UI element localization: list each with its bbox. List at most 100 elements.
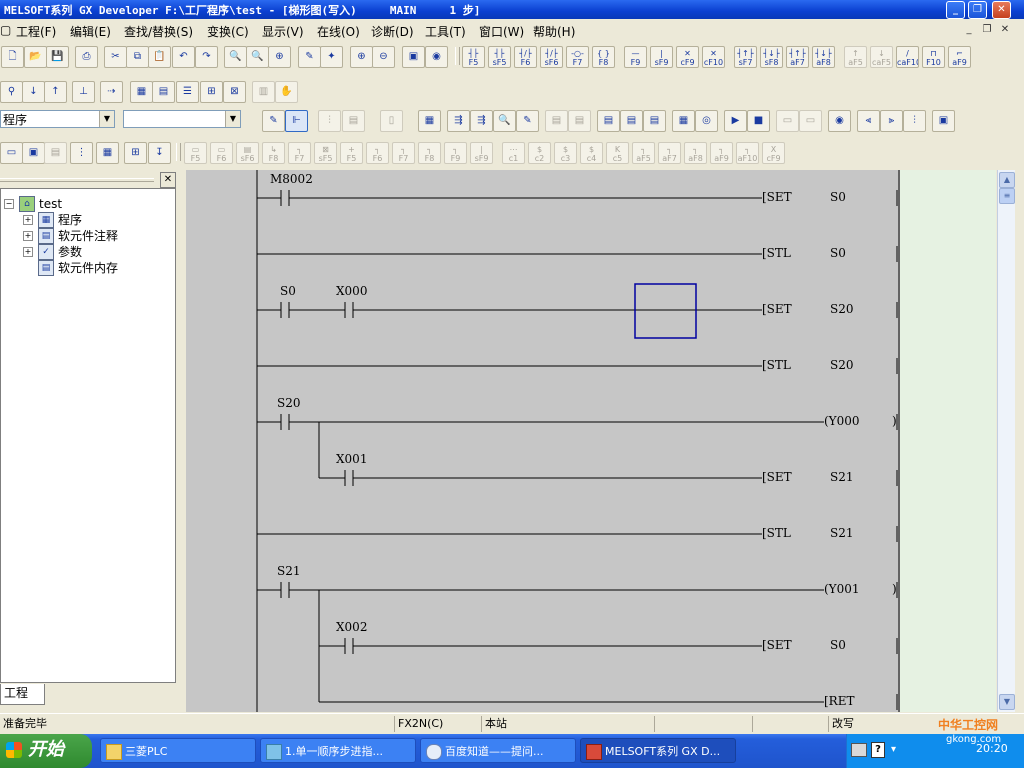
entry-monitor-icon[interactable]: ▤: [545, 110, 568, 132]
list-icon[interactable]: ☰: [176, 81, 199, 103]
menu-edit[interactable]: 编辑(E): [70, 23, 111, 40]
menu-view[interactable]: 显示(V): [262, 23, 304, 40]
draw-line-button[interactable]: ⌐ aF9: [948, 46, 971, 68]
contact-nc-button[interactable]: ┤/├ F6: [514, 46, 537, 68]
tab-project[interactable]: 工程: [0, 684, 45, 705]
read-mode-icon[interactable]: ✦: [320, 46, 343, 68]
binoculars-icon[interactable]: ⚲: [0, 81, 23, 103]
sfc-jump-icon[interactable]: ⊞: [124, 142, 147, 164]
sfc-key-21[interactable]: ┐ aF9: [710, 142, 733, 164]
sfc-key-2[interactable]: ▭ F6: [210, 142, 233, 164]
device-comment-icon[interactable]: ⫶: [318, 110, 341, 132]
open-folder-icon[interactable]: 📂: [24, 46, 47, 68]
write-to-plc-icon[interactable]: ▤: [597, 110, 620, 132]
expand-icon[interactable]: +: [23, 231, 33, 241]
write-mode-icon[interactable]: ✎: [298, 46, 321, 68]
zoom-out-icon[interactable]: ⊖: [372, 46, 395, 68]
edit-cursor[interactable]: [634, 283, 697, 339]
monitor-write-icon[interactable]: ◉: [425, 46, 448, 68]
read-from-plc-icon[interactable]: ▤: [620, 110, 643, 132]
sfc-key-22[interactable]: ┐ aF10: [736, 142, 759, 164]
program-list-icon[interactable]: ▦: [418, 110, 441, 132]
task-item[interactable]: 三菱PLC: [100, 738, 256, 763]
task-item[interactable]: 1.单一顺序步进指...: [260, 738, 416, 763]
help-icon[interactable]: ?: [871, 742, 885, 758]
vertical-line-button[interactable]: | sF9: [650, 46, 673, 68]
sfc-key-5[interactable]: ┐ F7: [288, 142, 311, 164]
start-button[interactable]: 开始: [0, 734, 92, 768]
contact-parallel-no-button[interactable]: ┤├ sF5: [488, 46, 511, 68]
ladder-view-icon[interactable]: ⊩: [285, 110, 308, 132]
scroll-thumb[interactable]: ≡: [999, 188, 1015, 204]
menu-find-replace[interactable]: 查找/替换(S): [124, 23, 193, 40]
horizontal-line-button[interactable]: — F9: [624, 46, 647, 68]
operation-result-falling-button[interactable]: ↓ caF5: [870, 46, 893, 68]
verify-plc-icon[interactable]: ▤: [643, 110, 666, 132]
insert-row-icon[interactable]: ⫷: [857, 110, 880, 132]
contact-coil-search-icon[interactable]: ⊥: [72, 81, 95, 103]
simulation-icon[interactable]: ▭: [799, 110, 822, 132]
close-button[interactable]: ✕: [992, 1, 1011, 19]
chevron-down-icon[interactable]: ▾: [891, 744, 896, 755]
contact-no-button[interactable]: ┤├ F5: [462, 46, 485, 68]
sfc-key-7[interactable]: + F5: [340, 142, 363, 164]
save-icon[interactable]: 💾: [46, 46, 69, 68]
batch-replace-icon[interactable]: ⊕: [268, 46, 291, 68]
sfc-key-3[interactable]: ▤ sF6: [236, 142, 259, 164]
menu-project[interactable]: 工程(F): [16, 23, 56, 40]
cut-icon[interactable]: ✂: [104, 46, 127, 68]
delete-horizontal-line-button[interactable]: ✕ cF9: [676, 46, 699, 68]
expand-icon[interactable]: +: [23, 247, 33, 257]
expand-icon[interactable]: +: [23, 215, 33, 225]
sfc-key-4[interactable]: ↳ F8: [262, 142, 285, 164]
task-item[interactable]: MELSOFT系列 GX D...: [580, 738, 736, 763]
menu-online[interactable]: 在线(O): [317, 23, 360, 40]
instruction-search-icon[interactable]: 🔍: [246, 46, 269, 68]
mdi-restore-button[interactable]: ❐: [980, 23, 994, 36]
vertical-scrollbar[interactable]: ▲ ≡ ▼: [997, 170, 1015, 712]
monitor-icon[interactable]: ▣: [402, 46, 425, 68]
paste-icon[interactable]: 📋: [148, 46, 171, 68]
application-instruction-button[interactable]: { } F8: [592, 46, 615, 68]
copy-icon[interactable]: ⧉: [126, 46, 149, 68]
sfc-key-18[interactable]: ┐ aF5: [632, 142, 655, 164]
cross-reference-icon[interactable]: ▦: [130, 81, 153, 103]
restore-button[interactable]: ❐: [968, 1, 987, 19]
run-icon[interactable]: ▶: [724, 110, 747, 132]
comment-button[interactable]: ⊓ F10: [922, 46, 945, 68]
ladder-convert-icon[interactable]: ⇶: [447, 110, 470, 132]
sfc-key-23[interactable]: XcF9: [762, 142, 785, 164]
monitor-zoom-icon[interactable]: 🔍: [493, 110, 516, 132]
print-preview-icon[interactable]: ▥: [252, 81, 275, 103]
sfc-key-11[interactable]: ┐ F9: [444, 142, 467, 164]
ladder-diagram[interactable]: [186, 170, 900, 712]
delete-vertical-line-button[interactable]: ✕ cF10: [702, 46, 725, 68]
sfc-key-8[interactable]: ┐ F6: [366, 142, 389, 164]
sfc-key-19[interactable]: ┐ aF7: [658, 142, 681, 164]
sfc-step-icon[interactable]: ⋮: [70, 142, 93, 164]
data-type-select[interactable]: 程序 ▼: [0, 110, 115, 128]
sfc-key-1[interactable]: ▭ F5: [184, 142, 207, 164]
mdi-close-button[interactable]: ✕: [998, 23, 1012, 36]
undo-icon[interactable]: ↶: [172, 46, 195, 68]
sfc-key-16[interactable]: $ c4: [580, 142, 603, 164]
sfc-key-9[interactable]: ┐ F7: [392, 142, 415, 164]
device-memory-icon[interactable]: ▦: [672, 110, 695, 132]
task-item[interactable]: 百度知道——提问...: [420, 738, 576, 763]
print-icon[interactable]: ⎙: [75, 46, 98, 68]
sfc-transition-icon[interactable]: ▦: [96, 142, 119, 164]
sfc-key-12[interactable]: | sF9: [470, 142, 493, 164]
device-search-icon[interactable]: 🔍: [224, 46, 247, 68]
diagnostics-icon[interactable]: ◎: [695, 110, 718, 132]
zoom-in-icon[interactable]: ⊕: [350, 46, 373, 68]
collapse-icon[interactable]: −: [4, 199, 14, 209]
ladder-convert-all-icon[interactable]: ⇶: [470, 110, 493, 132]
parallel-falling-edge-button[interactable]: ┤↓├ aF8: [812, 46, 835, 68]
contact-parallel-nc-button[interactable]: ┤/├ sF6: [540, 46, 563, 68]
step-icon[interactable]: ▭: [0, 142, 23, 164]
comment-edit-icon[interactable]: ✎: [262, 110, 285, 132]
delete-row-icon[interactable]: ⫸: [880, 110, 903, 132]
menu-window[interactable]: 窗口(W): [479, 23, 524, 40]
error-icon[interactable]: ▤: [44, 142, 67, 164]
scroll-up-icon[interactable]: ▲: [999, 172, 1015, 188]
